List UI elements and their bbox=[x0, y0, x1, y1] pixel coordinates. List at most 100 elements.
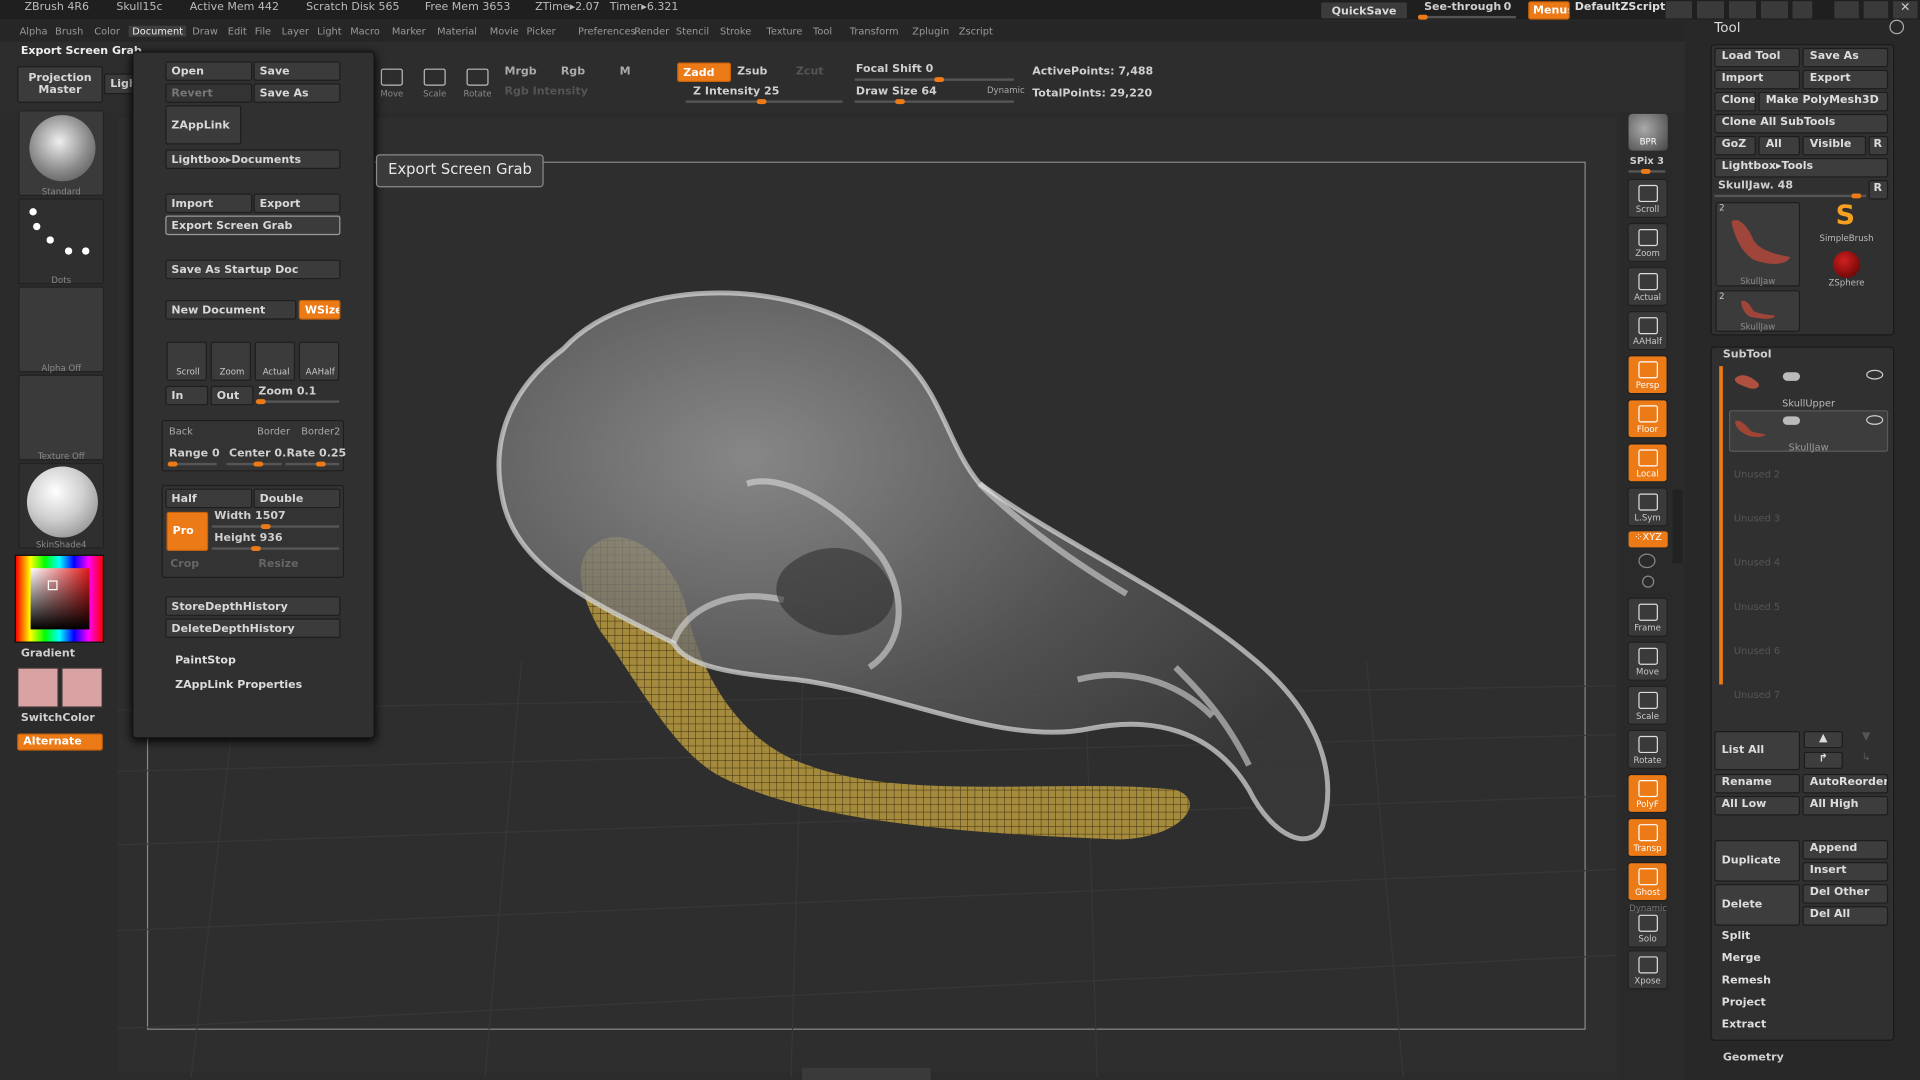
doc-scroll-button[interactable]: Scroll bbox=[166, 341, 207, 381]
spix-track[interactable] bbox=[1628, 168, 1666, 174]
menu-item-color[interactable]: Color bbox=[94, 26, 120, 37]
save-as-tool-button[interactable]: Save As bbox=[1802, 47, 1889, 68]
zoom-in-button[interactable]: In bbox=[165, 385, 209, 406]
move-button[interactable]: Move bbox=[1627, 641, 1668, 681]
minimize-icon[interactable] bbox=[1834, 1, 1859, 19]
unused-slot[interactable]: Unused 3 bbox=[1734, 513, 1780, 524]
clone-all-subtools-button[interactable]: Clone All SubTools bbox=[1714, 113, 1889, 134]
store-depth-history-button[interactable]: StoreDepthHistory bbox=[165, 596, 341, 616]
load-tool-button[interactable]: Load Tool bbox=[1714, 47, 1801, 68]
secondary-color-swatch[interactable] bbox=[61, 667, 103, 708]
color-picker[interactable] bbox=[14, 554, 105, 643]
rate-track[interactable] bbox=[285, 461, 340, 467]
remesh-button[interactable]: Remesh bbox=[1714, 972, 1889, 992]
half-button[interactable]: Half bbox=[165, 488, 253, 509]
scale-button[interactable]: Scale bbox=[1627, 685, 1668, 725]
wsize-button[interactable]: WSize bbox=[298, 300, 341, 320]
main-color-swatch[interactable] bbox=[17, 667, 59, 708]
xpose-button[interactable]: Xpose bbox=[1627, 950, 1668, 990]
menu-item-material[interactable]: Material bbox=[437, 26, 477, 37]
alpha-thumb[interactable] bbox=[18, 286, 105, 373]
tray-divider[interactable] bbox=[1672, 489, 1683, 564]
gradient-label[interactable]: Gradient bbox=[21, 648, 75, 660]
texture-thumb[interactable] bbox=[18, 374, 105, 461]
all-low-button[interactable]: All Low bbox=[1714, 795, 1801, 816]
border-label[interactable]: Border bbox=[257, 426, 290, 437]
paintstop-item[interactable]: PaintStop bbox=[175, 655, 236, 667]
save-as-button[interactable]: Save As bbox=[253, 83, 341, 103]
m-toggle[interactable]: M bbox=[620, 66, 631, 78]
mrgb-toggle[interactable]: Mrgb bbox=[504, 66, 536, 78]
rename-button[interactable]: Rename bbox=[1714, 773, 1801, 794]
menu-item-zplugin[interactable]: Zplugin bbox=[912, 26, 949, 37]
zadd-toggle[interactable]: Zadd bbox=[677, 62, 732, 83]
polyf-button[interactable]: PolyF bbox=[1627, 773, 1668, 814]
import-tool-button[interactable]: Import bbox=[1714, 69, 1801, 90]
quicksave-button[interactable]: QuickSave bbox=[1320, 1, 1409, 20]
menu-item-picker[interactable]: Picker bbox=[527, 26, 556, 37]
save-button[interactable]: Save bbox=[253, 61, 341, 81]
unused-slot[interactable]: Unused 2 bbox=[1734, 469, 1780, 480]
all-high-button[interactable]: All High bbox=[1802, 795, 1889, 816]
zoom-slider[interactable]: Zoom 0.1 bbox=[258, 386, 316, 398]
unused-slot[interactable]: Unused 6 bbox=[1734, 645, 1780, 656]
center-track[interactable] bbox=[226, 461, 282, 467]
goz-all-button[interactable]: All bbox=[1758, 135, 1801, 156]
clone-button[interactable]: Clone bbox=[1714, 91, 1756, 112]
menu-item-zscript[interactable]: Zscript bbox=[959, 26, 993, 37]
material-thumb[interactable] bbox=[18, 462, 105, 549]
current-tool-track[interactable] bbox=[1714, 193, 1867, 199]
projection-master-button[interactable]: Projection Master bbox=[17, 66, 103, 103]
menu-item-render[interactable]: Render bbox=[634, 26, 669, 37]
zoom-button[interactable]: Zoom bbox=[1627, 222, 1668, 263]
menu-item-edit[interactable]: Edit bbox=[228, 26, 247, 37]
import-button[interactable]: Import bbox=[165, 193, 253, 214]
skull-model[interactable] bbox=[490, 276, 1347, 852]
lightbox-tools-button[interactable]: Lightbox▸Tools bbox=[1714, 157, 1889, 178]
subtool-title[interactable]: SubTool bbox=[1723, 349, 1772, 361]
delete-depth-history-button[interactable]: DeleteDepthHistory bbox=[165, 618, 341, 638]
menu-item-document[interactable]: Document bbox=[128, 25, 187, 37]
menu-item-macro[interactable]: Macro bbox=[350, 26, 380, 37]
export-screen-grab-button[interactable]: Export Screen Grab bbox=[165, 215, 341, 236]
menu-item-movie[interactable]: Movie bbox=[490, 26, 519, 37]
lsym-button[interactable]: L.Sym bbox=[1627, 487, 1668, 527]
subtool-list-scrollbar[interactable] bbox=[1719, 366, 1723, 685]
menu-item-texture[interactable]: Texture bbox=[767, 26, 803, 37]
transp-button[interactable]: Transp bbox=[1627, 817, 1668, 858]
duplicate-button[interactable]: Duplicate bbox=[1714, 840, 1801, 882]
skulljaw-toggle-icon[interactable] bbox=[1782, 416, 1801, 425]
crop-button[interactable]: Crop bbox=[170, 558, 199, 570]
autoreorder-button[interactable]: AutoReorder bbox=[1802, 773, 1889, 794]
xyz-button[interactable]: ⁘XYZ bbox=[1628, 531, 1668, 548]
simplebrush-icon[interactable]: S bbox=[1831, 201, 1860, 231]
open-button[interactable]: Open bbox=[165, 61, 253, 81]
range-slider[interactable]: Range 0 bbox=[169, 448, 220, 460]
zapplink-button[interactable]: ZAppLink bbox=[165, 105, 242, 145]
seethrough-slider[interactable] bbox=[1417, 14, 1516, 20]
project-button[interactable]: Project bbox=[1714, 994, 1889, 1014]
dots-stroke-thumb[interactable] bbox=[18, 198, 105, 285]
resize-button[interactable]: Resize bbox=[258, 558, 298, 570]
local-button[interactable]: Local bbox=[1627, 443, 1668, 483]
del-other-button[interactable]: Del Other bbox=[1802, 884, 1889, 904]
close-icon[interactable]: ✕ bbox=[1893, 1, 1918, 19]
scale-icon[interactable] bbox=[423, 68, 446, 86]
goz-r-button[interactable]: R bbox=[1868, 135, 1889, 156]
floor-button[interactable]: Floor bbox=[1627, 399, 1668, 439]
layout-icons[interactable] bbox=[1665, 1, 1813, 19]
skulljaw-visibility-icon[interactable] bbox=[1866, 415, 1884, 425]
zoom-track[interactable] bbox=[255, 399, 340, 405]
menu-item-light[interactable]: Light bbox=[317, 26, 341, 37]
center-slider[interactable]: Center 0. bbox=[229, 448, 286, 460]
aahalf-button[interactable]: AAHalf bbox=[1627, 311, 1668, 351]
export-button[interactable]: Export bbox=[253, 193, 341, 214]
new-document-button[interactable]: New Document bbox=[165, 300, 297, 320]
save-as-startup-doc-button[interactable]: Save As Startup Doc bbox=[165, 259, 341, 280]
width-track[interactable] bbox=[211, 524, 340, 529]
draw-size-slider[interactable]: Draw Size 64 bbox=[856, 86, 937, 98]
spix-slider[interactable]: SPix 3 bbox=[1630, 156, 1664, 167]
focal-shift-track[interactable] bbox=[854, 77, 1014, 83]
zsub-toggle[interactable]: Zsub bbox=[737, 66, 767, 78]
menu-item-stroke[interactable]: Stroke bbox=[720, 26, 751, 37]
